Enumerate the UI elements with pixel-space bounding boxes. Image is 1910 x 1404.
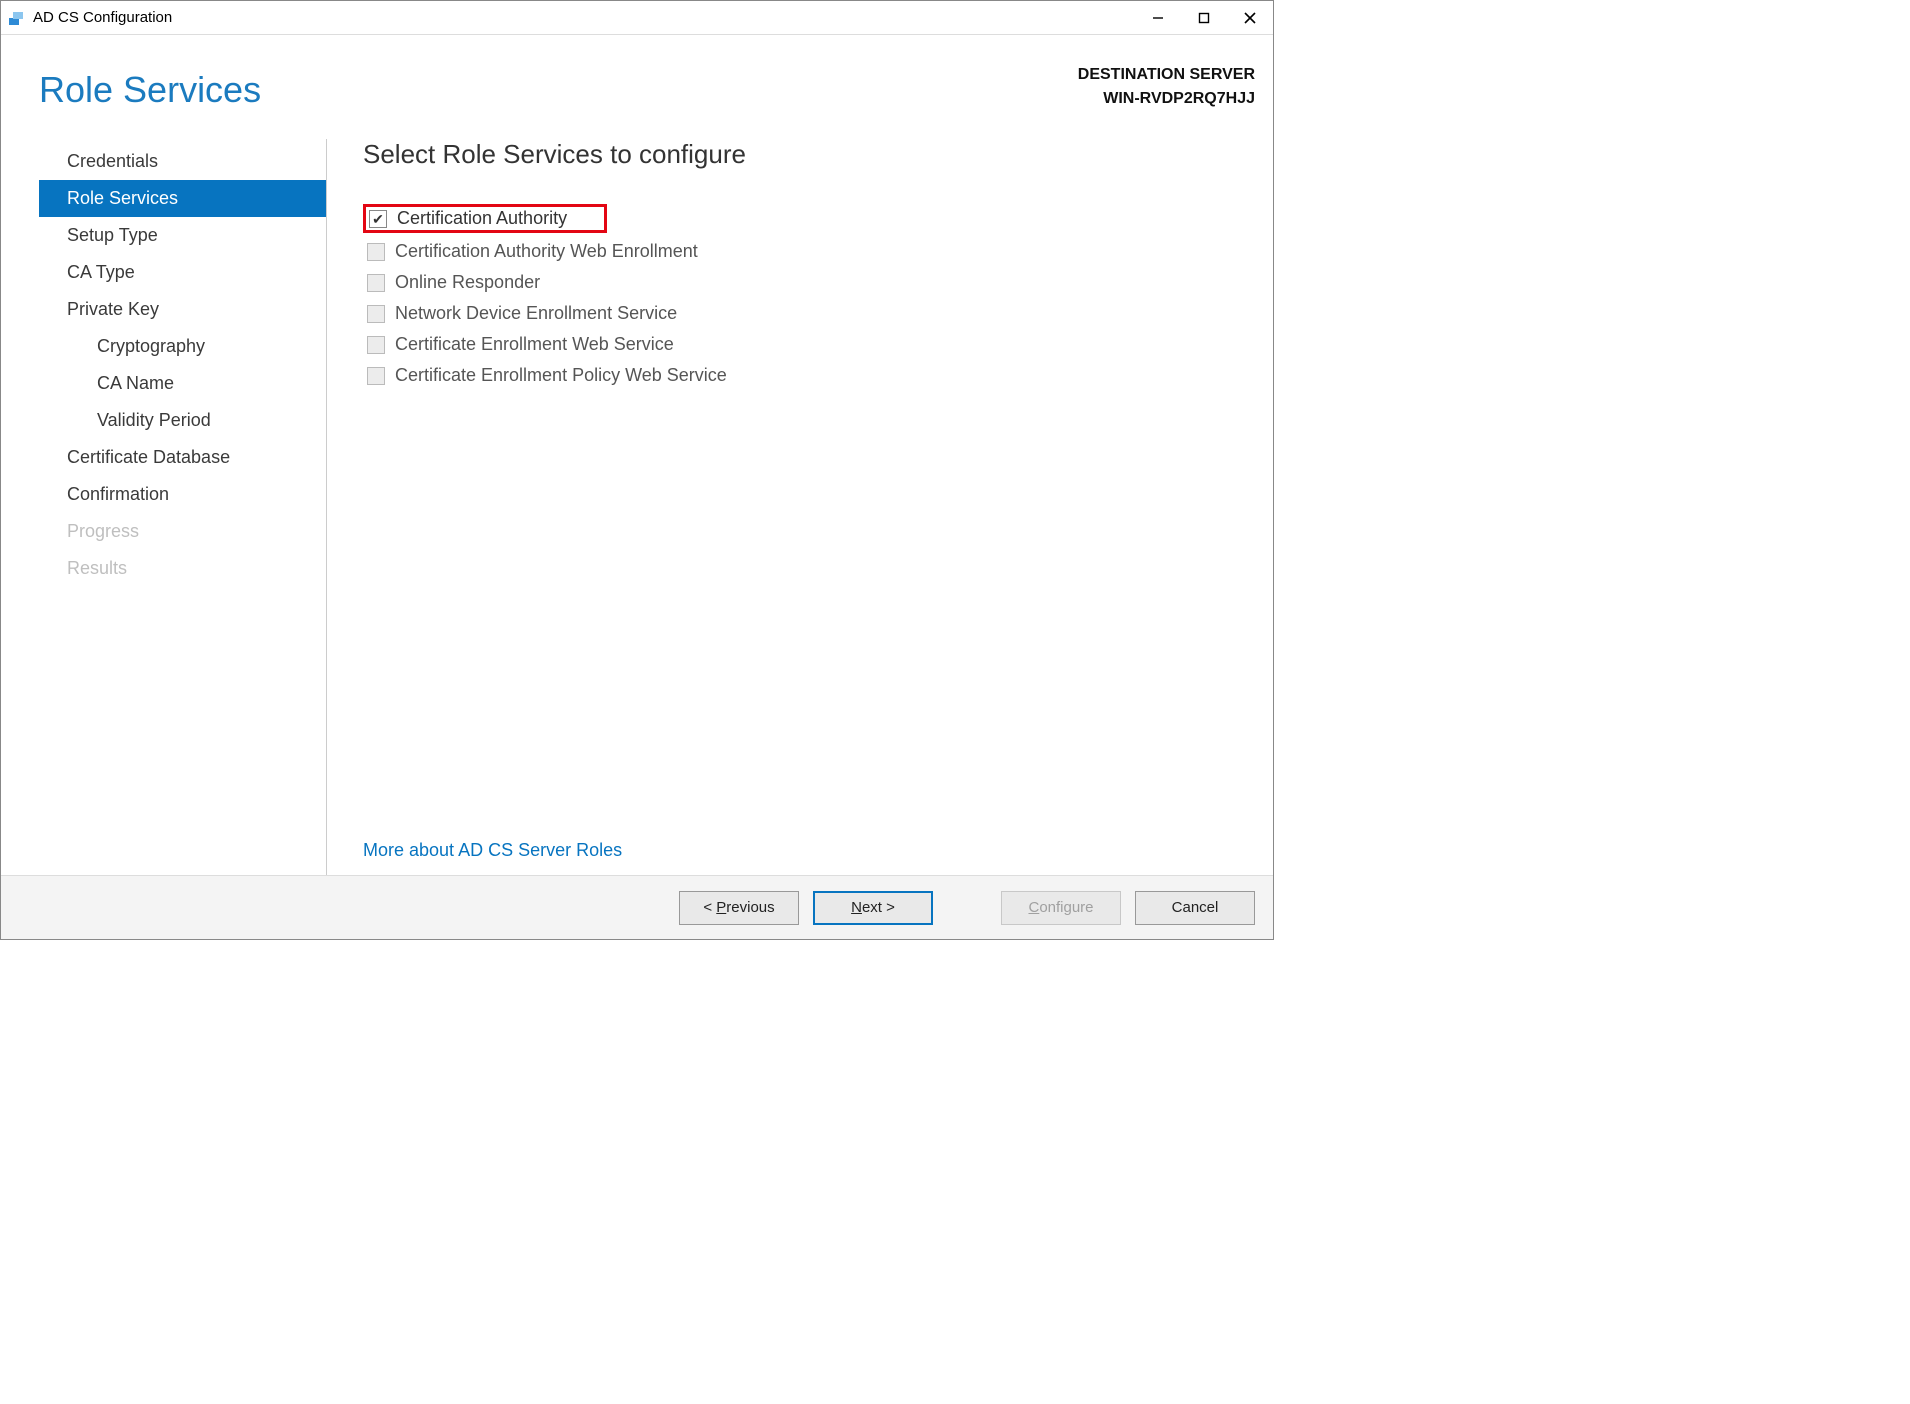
previous-button[interactable]: < PPreviousrevious [679, 891, 799, 925]
page-title: Role Services [39, 69, 261, 111]
role-item-certification-authority[interactable]: ✔ Certification Authority [363, 204, 607, 233]
cancel-button[interactable]: Cancel [1135, 891, 1255, 925]
window-title: AD CS Configuration [33, 9, 1135, 26]
destination-server: DESTINATION SERVER WIN-RVDP2RQ7HJJ [1078, 63, 1255, 111]
checkbox [367, 305, 385, 323]
sidebar-item-certificate-database[interactable]: Certificate Database [39, 439, 326, 476]
checkbox [367, 367, 385, 385]
role-item-certification-authority-web-enrollment: Certification Authority Web Enrollment [363, 239, 1255, 264]
content-heading: Select Role Services to configure [363, 139, 1255, 170]
checkbox[interactable]: ✔ [369, 210, 387, 228]
titlebar: AD CS Configuration [1, 1, 1273, 35]
sidebar-item-cryptography[interactable]: Cryptography [39, 328, 326, 365]
role-label: Certificate Enrollment Web Service [395, 334, 674, 355]
sidebar-item-progress: Progress [39, 513, 326, 550]
destination-label: DESTINATION SERVER [1078, 63, 1255, 87]
role-label: Certification Authority Web Enrollment [395, 241, 698, 262]
header: Role Services DESTINATION SERVER WIN-RVD… [1, 35, 1273, 111]
sidebar-item-role-services[interactable]: Role Services [39, 180, 326, 217]
role-label: Online Responder [395, 272, 540, 293]
sidebar-item-private-key[interactable]: Private Key [39, 291, 326, 328]
role-label: Network Device Enrollment Service [395, 303, 677, 324]
main: CredentialsRole ServicesSetup TypeCA Typ… [1, 139, 1273, 875]
checkbox [367, 243, 385, 261]
role-item-certificate-enrollment-web-service: Certificate Enrollment Web Service [363, 332, 1255, 357]
sidebar-item-ca-type[interactable]: CA Type [39, 254, 326, 291]
role-item-network-device-enrollment-service: Network Device Enrollment Service [363, 301, 1255, 326]
cancel-label: Cancel [1172, 899, 1219, 916]
content: Select Role Services to configure ✔ Certi… [327, 139, 1255, 875]
more-link[interactable]: More about AD CS Server Roles [363, 840, 622, 861]
role-list: ✔ Certification Authority Certification Au… [363, 204, 1255, 394]
role-item-certificate-enrollment-policy-web-service: Certificate Enrollment Policy Web Servic… [363, 363, 1255, 388]
sidebar-item-validity-period[interactable]: Validity Period [39, 402, 326, 439]
checkbox [367, 336, 385, 354]
sidebar-item-credentials[interactable]: Credentials [39, 143, 326, 180]
role-label: Certification Authority [397, 208, 567, 229]
footer: < PPreviousrevious NNextext > CConfigure… [1, 875, 1273, 939]
minimize-button[interactable] [1135, 1, 1181, 35]
app-icon [7, 8, 27, 28]
sidebar: CredentialsRole ServicesSetup TypeCA Typ… [39, 139, 327, 875]
sidebar-item-ca-name[interactable]: CA Name [39, 365, 326, 402]
configure-button: CConfigureonfigure [1001, 891, 1121, 925]
sidebar-item-results: Results [39, 550, 326, 587]
next-button[interactable]: NNextext > [813, 891, 933, 925]
role-item-online-responder: Online Responder [363, 270, 1255, 295]
destination-name: WIN-RVDP2RQ7HJJ [1078, 87, 1255, 111]
close-button[interactable] [1227, 1, 1273, 35]
maximize-button[interactable] [1181, 1, 1227, 35]
sidebar-item-setup-type[interactable]: Setup Type [39, 217, 326, 254]
role-label: Certificate Enrollment Policy Web Servic… [395, 365, 727, 386]
sidebar-item-confirmation[interactable]: Confirmation [39, 476, 326, 513]
checkbox [367, 274, 385, 292]
